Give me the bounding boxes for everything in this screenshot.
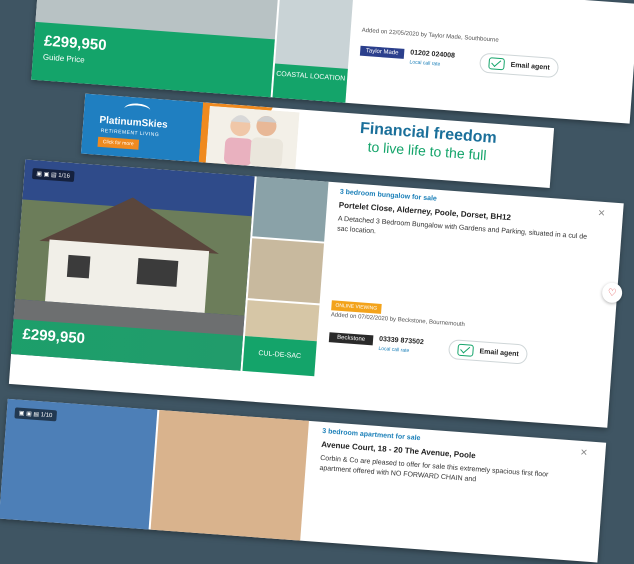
price: £299,950 [43,32,108,55]
listing-thumb-2[interactable] [247,238,324,304]
ad-copy: Financial freedom to live life to the fu… [312,117,544,168]
price: £299,950 [21,325,86,348]
listing-card-2[interactable]: ▣ ▣ ▤ 1/16 £299,950 CUL-DE-SAC 3 bedroom… [8,159,624,428]
media-count-label: 1/16 [58,172,71,180]
property-subtitle[interactable]: 3 bedroom apartment for sale [322,428,421,442]
envelope-icon [488,57,506,71]
local-call-rate: Local call rate [378,345,410,355]
close-icon[interactable]: × [580,445,588,459]
property-subtitle[interactable]: 3 bedroom bungalow for sale [340,189,437,203]
listing-thumb-1[interactable] [252,176,329,242]
email-agent-label: Email agent [510,61,551,72]
listing-thumb[interactable] [150,409,309,541]
listing-thumb-3[interactable] [245,300,320,342]
email-agent-button[interactable]: Email agent [478,52,560,79]
price-qualifier: Guide Price [42,52,85,65]
feature-tag: COASTAL LOCATION [272,63,348,103]
favourite-heart-icon[interactable]: ♡ [601,282,623,304]
ad-couple-photo [205,105,300,170]
added-date: Added on 22/05/2020 by Taylor Made, Sout… [361,27,499,44]
agent-phone[interactable]: 01202 024008 [410,49,455,59]
agent-logo[interactable]: Taylor Made [359,45,405,59]
listing-sheet: £299,950 Guide Price COASTAL LOCATION Ad… [0,0,634,564]
ad-click-for-more-button[interactable]: Click for more [97,136,139,150]
email-agent-label: Email agent [479,347,519,358]
listing-card-3[interactable]: ▣ ▣ ▤ 1/10 3 bedroom apartment for sale … [0,398,607,563]
ad-brand-panel: PlatinumSkies RETIREMENT LIVING Click fo… [80,93,206,163]
camera-icon: ▣ ▣ ▤ [18,410,41,419]
added-date: Added on 07/02/2020 by Beckstone, Bourne… [330,312,466,329]
local-call-rate: Local call rate [409,59,441,68]
agent-logo[interactable]: Beckstone [328,332,374,346]
media-count-label: 1/10 [40,412,53,420]
close-icon[interactable]: × [597,206,605,220]
agent-phone[interactable]: 03339 873502 [379,336,424,346]
email-agent-button[interactable]: Email agent [447,338,529,365]
platinumskies-logo-icon [123,102,151,117]
envelope-icon [457,343,474,357]
camera-icon: ▣ ▣ ▤ [36,171,59,179]
feature-tag: CUL-DE-SAC [242,336,317,377]
